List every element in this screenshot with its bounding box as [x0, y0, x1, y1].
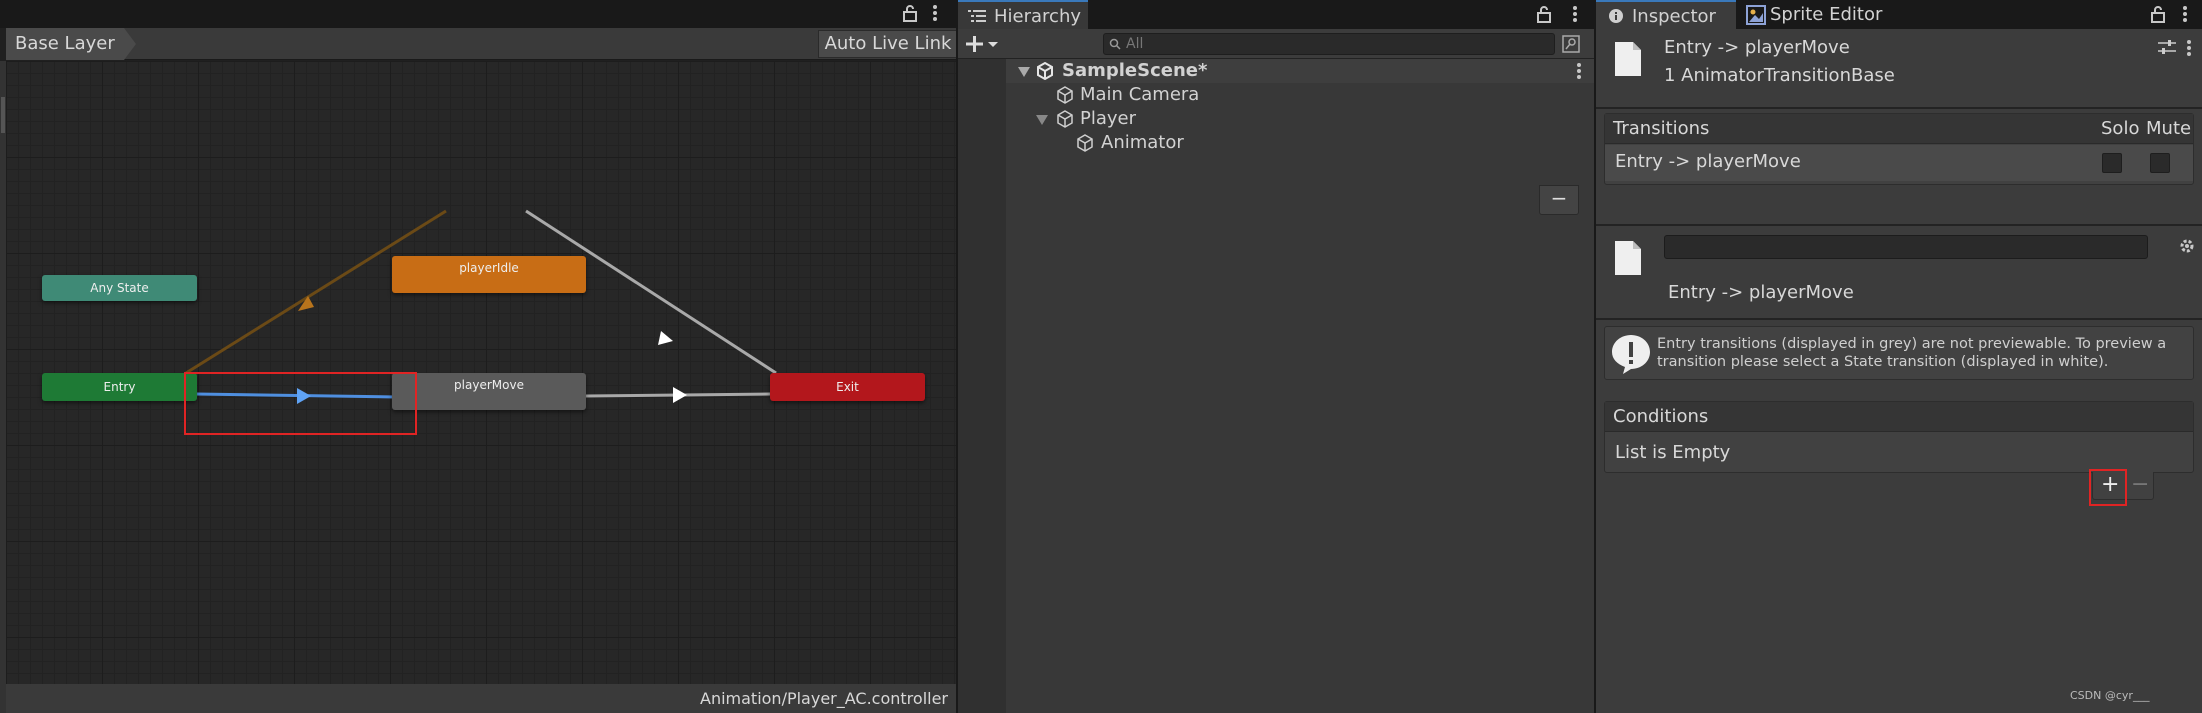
inspector-header: Entry -> playerMove 1 AnimatorTransition…: [1596, 29, 2202, 107]
node-entry[interactable]: Entry: [42, 373, 197, 401]
preset-sliders-icon[interactable]: [2158, 39, 2176, 55]
hierarchy-panel: Hierarchy All SampleScene* Main Camera P…: [958, 0, 1594, 713]
gameobject-cube-icon: [1076, 134, 1094, 152]
search-by-type-icon[interactable]: [1562, 35, 1580, 53]
hierarchy-item-animator[interactable]: Animator: [1006, 131, 1594, 155]
section-divider: [1596, 107, 2202, 109]
hierarchy-item-label: Animator: [1101, 132, 1184, 153]
kebab-menu-icon[interactable]: [932, 4, 938, 22]
hierarchy-tab-strip: Hierarchy: [958, 0, 1594, 29]
add-object-button[interactable]: [966, 35, 1002, 53]
mute-checkbox[interactable]: [2150, 153, 2170, 173]
highlight-add-condition: [2089, 469, 2127, 506]
transition-arrow-move-exit: [673, 387, 687, 403]
unity-scene-icon: [1036, 62, 1054, 80]
animator-tab-strip: [0, 0, 956, 28]
collapse-handle[interactable]: [1, 97, 5, 133]
warning-helpbox: Entry transitions (displayed in grey) ar…: [1604, 326, 2194, 380]
kebab-menu-icon[interactable]: [1576, 62, 1582, 80]
gameobject-cube-icon: [1056, 110, 1074, 128]
gear-icon[interactable]: [2178, 237, 2196, 255]
auto-live-link-button[interactable]: Auto Live Link: [818, 30, 958, 58]
solo-checkbox[interactable]: [2102, 153, 2122, 173]
section-divider: [1596, 318, 2202, 320]
search-icon: [1109, 38, 1121, 50]
remove-transition-button[interactable]: −: [1539, 185, 1579, 215]
warning-icon: [1609, 332, 1653, 376]
expand-arrow-icon[interactable]: [1036, 115, 1048, 125]
solo-column-label: Solo: [2101, 118, 2140, 139]
inspector-panel: Inspector Sprite Editor Entry -> playerM…: [1539, 0, 2202, 713]
breadcrumb-base-layer[interactable]: Base Layer: [6, 28, 136, 60]
hierarchy-item-label: Player: [1080, 108, 1137, 129]
transition-caption: Entry -> playerMove: [1668, 282, 1854, 303]
watermark: CSDN @cyr___: [2070, 689, 2150, 702]
conditions-empty-text: List is Empty: [1615, 442, 1731, 463]
hierarchy-item-main-camera[interactable]: Main Camera: [1006, 83, 1594, 107]
transition-name-field[interactable]: [1664, 235, 2148, 259]
lock-icon[interactable]: [1536, 5, 1552, 23]
animator-panel: Base Layer Auto Live Link Any State Entr…: [0, 0, 958, 713]
conditions-header-label: Conditions: [1613, 406, 1709, 427]
tab-inspector[interactable]: Inspector: [1596, 0, 1736, 29]
scene-name: SampleScene*: [1062, 60, 1208, 81]
hierarchy-item-player[interactable]: Player: [1006, 107, 1594, 131]
expand-arrow-icon[interactable]: [1018, 67, 1030, 77]
sprite-editor-icon: [1746, 5, 1766, 25]
tab-sprite-editor[interactable]: Sprite Editor: [1740, 0, 1890, 29]
list-icon: [968, 9, 986, 23]
lock-icon[interactable]: [2150, 5, 2166, 23]
remove-condition-button[interactable]: −: [2131, 472, 2149, 498]
tab-sprite-editor-label: Sprite Editor: [1770, 4, 1883, 25]
tab-hierarchy[interactable]: Hierarchy: [958, 0, 1088, 29]
tab-hierarchy-label: Hierarchy: [994, 6, 1082, 27]
tab-inspector-label: Inspector: [1632, 6, 1716, 27]
lock-icon[interactable]: [902, 4, 918, 22]
hierarchy-item-label: Main Camera: [1080, 84, 1200, 105]
hierarchy-gutter: [958, 59, 1006, 713]
conditions-list: Conditions List is Empty: [1604, 401, 2194, 473]
transitions-header-label: Transitions: [1613, 118, 1710, 139]
kebab-menu-icon[interactable]: [2182, 5, 2188, 23]
info-icon: [1608, 8, 1624, 24]
transition-row-label: Entry -> playerMove: [1615, 151, 1801, 172]
transitions-header: Transitions Solo Mute: [1605, 114, 2193, 144]
document-icon: [1614, 41, 1642, 77]
node-exit[interactable]: Exit: [770, 373, 925, 401]
node-any-state[interactable]: Any State: [42, 275, 197, 301]
node-player-move[interactable]: playerMove: [392, 373, 586, 410]
transitions-list: Transitions Solo Mute Entry -> playerMov…: [1604, 113, 2194, 185]
controller-path: Animation/Player_AC.controller: [6, 684, 956, 713]
transition-row[interactable]: Entry -> playerMove: [1605, 145, 2193, 181]
kebab-menu-icon[interactable]: [1572, 5, 1578, 23]
search-placeholder: All: [1126, 36, 1144, 52]
transition-arrow-idle-exit: [658, 331, 673, 345]
section-divider: [1596, 224, 2202, 226]
hierarchy-search-input[interactable]: All: [1103, 33, 1555, 55]
breadcrumb-bar: Base Layer Auto Live Link: [6, 28, 958, 60]
gameobject-cube-icon: [1056, 86, 1074, 104]
mute-column-label: Mute: [2146, 118, 2192, 139]
state-graph[interactable]: Any State Entry playerIdle playerMove Ex…: [6, 61, 956, 684]
inspector-title: Entry -> playerMove: [1664, 37, 1850, 58]
inspector-tab-strip: Inspector Sprite Editor: [1596, 0, 2202, 29]
node-player-idle[interactable]: playerIdle: [392, 256, 586, 293]
inspector-subtitle: 1 AnimatorTransitionBase: [1664, 65, 1895, 86]
warning-text: Entry transitions (displayed in grey) ar…: [1657, 336, 2167, 370]
document-icon: [1614, 240, 1642, 276]
hierarchy-toolbar: All: [958, 29, 1594, 59]
scene-row[interactable]: SampleScene*: [1006, 59, 1594, 83]
conditions-header: Conditions: [1605, 402, 2193, 432]
highlight-entry-transition: [184, 372, 417, 435]
kebab-menu-icon[interactable]: [2186, 39, 2192, 57]
